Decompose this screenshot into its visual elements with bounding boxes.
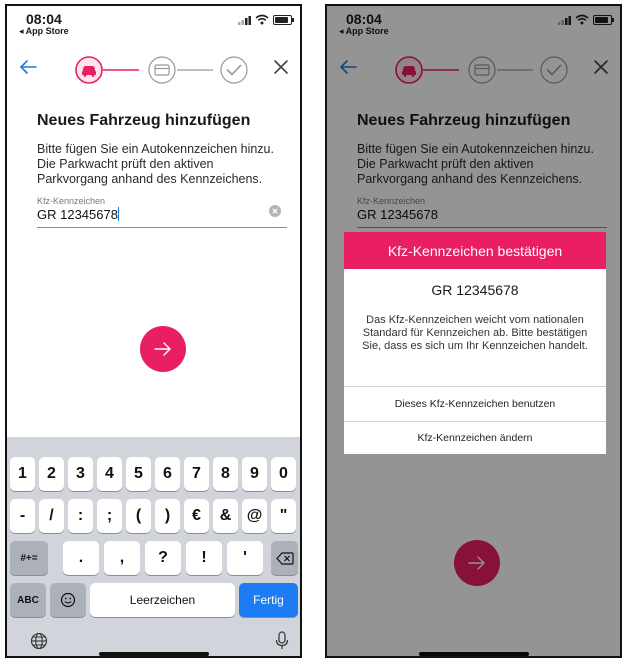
plate-input-underline bbox=[37, 227, 287, 228]
key-symbol[interactable]: & bbox=[213, 499, 238, 533]
page-description: Bitte fügen Sie ein Autokennzeichen hinz… bbox=[37, 142, 274, 186]
dialog-title: Kfz-Kennzeichen bestätigen bbox=[344, 232, 606, 269]
cellular-signal-icon bbox=[238, 16, 251, 25]
key-symbol[interactable]: " bbox=[271, 499, 296, 533]
key-symbol[interactable]: : bbox=[68, 499, 93, 533]
check-icon bbox=[220, 56, 248, 84]
emoji-icon bbox=[60, 592, 76, 608]
key-digit[interactable]: 5 bbox=[126, 457, 151, 491]
key-symbol[interactable]: / bbox=[39, 499, 64, 533]
arrow-right-icon bbox=[154, 342, 171, 356]
page-title: Neues Fahrzeug hinzufügen bbox=[37, 112, 251, 129]
key-punctuation[interactable]: . bbox=[63, 541, 99, 575]
backspace-key[interactable] bbox=[271, 541, 298, 575]
back-to-app-store-link[interactable]: ◂ App Store bbox=[19, 26, 69, 37]
key-digit[interactable]: 0 bbox=[271, 457, 296, 491]
use-plate-button[interactable]: Dieses Kfz-Kennzeichen benutzen bbox=[344, 388, 606, 420]
key-symbol[interactable]: ; bbox=[97, 499, 122, 533]
phone-screen-input: 08:04 ◂ App Store Neues Fahrzeug hinzufü… bbox=[5, 4, 302, 658]
space-key[interactable]: Leerzeichen bbox=[90, 583, 235, 617]
key-symbol[interactable]: € bbox=[184, 499, 209, 533]
microphone-icon[interactable] bbox=[275, 631, 289, 650]
done-key[interactable]: Fertig bbox=[239, 583, 298, 617]
plate-input[interactable]: GR 12345678 bbox=[37, 207, 119, 222]
dialog-divider bbox=[344, 386, 606, 387]
arrow-left-icon[interactable] bbox=[15, 54, 41, 80]
key-symbol[interactable]: ) bbox=[155, 499, 180, 533]
dialog-message: Das Kfz-Kennzeichen weicht vom nationale… bbox=[362, 314, 588, 352]
status-bar: 08:04 ◂ App Store bbox=[7, 6, 300, 36]
text-caret bbox=[117, 207, 119, 221]
home-indicator bbox=[98, 652, 209, 656]
key-punctuation[interactable]: ! bbox=[186, 541, 222, 575]
key-digit[interactable]: 8 bbox=[213, 457, 238, 491]
key-digit[interactable]: 6 bbox=[155, 457, 180, 491]
plate-input-value: GR 12345678 bbox=[37, 207, 118, 222]
backspace-icon bbox=[275, 551, 294, 565]
next-button[interactable] bbox=[140, 326, 186, 372]
clear-circle-icon[interactable] bbox=[269, 205, 281, 217]
key-digit[interactable]: 7 bbox=[184, 457, 209, 491]
phone-screen-dialog: 08:04 ◂ App Store Neues Fahrzeug hinzufü… bbox=[325, 4, 622, 658]
dialog-plate: GR 12345678 bbox=[431, 282, 519, 298]
car-icon bbox=[75, 56, 103, 84]
wifi-icon bbox=[255, 14, 269, 25]
key-digit[interactable]: 1 bbox=[10, 457, 35, 491]
key-symbol[interactable]: @ bbox=[242, 499, 267, 533]
numeric-keyboard: 1 2 3 4 5 6 7 8 9 0 - / : ; ( ) € & @ " … bbox=[7, 437, 300, 656]
key-abc[interactable]: ABC bbox=[10, 583, 46, 617]
globe-icon[interactable] bbox=[30, 632, 48, 650]
status-time: 08:04 bbox=[26, 11, 62, 27]
key-punctuation[interactable]: ? bbox=[145, 541, 181, 575]
emoji-key[interactable] bbox=[50, 583, 86, 617]
key-symbol[interactable]: - bbox=[10, 499, 35, 533]
key-digit[interactable]: 2 bbox=[39, 457, 64, 491]
battery-icon bbox=[273, 15, 294, 25]
plate-field-label: Kfz-Kennzeichen bbox=[37, 196, 106, 206]
wizard-header bbox=[7, 50, 300, 86]
change-plate-button[interactable]: Kfz-Kennzeichen ändern bbox=[344, 422, 606, 454]
card-icon bbox=[148, 56, 176, 84]
key-digit[interactable]: 3 bbox=[68, 457, 93, 491]
key-digit[interactable]: 4 bbox=[97, 457, 122, 491]
progress-stepper bbox=[75, 56, 248, 84]
key-digit[interactable]: 9 bbox=[242, 457, 267, 491]
key-punctuation[interactable]: ' bbox=[227, 541, 263, 575]
confirm-plate-dialog: Kfz-Kennzeichen bestätigen GR 12345678 D… bbox=[344, 232, 606, 454]
close-icon[interactable] bbox=[268, 54, 294, 80]
key-punctuation[interactable]: , bbox=[104, 541, 140, 575]
key-more-symbols[interactable]: #+= bbox=[10, 541, 48, 575]
key-symbol[interactable]: ( bbox=[126, 499, 151, 533]
